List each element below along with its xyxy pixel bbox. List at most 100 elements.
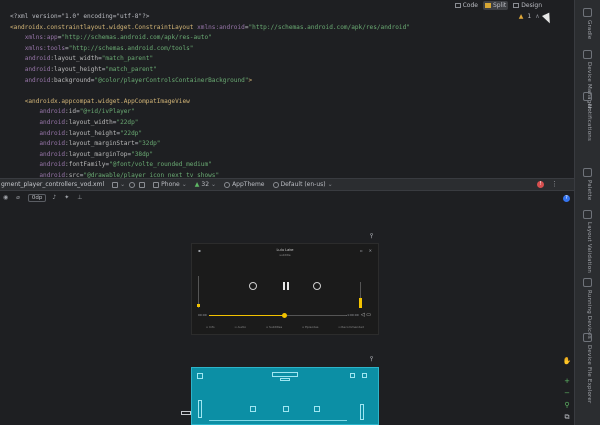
- zoom-fit-icon[interactable]: ⚲: [562, 400, 572, 410]
- pin-icon[interactable]: ⫯: [370, 232, 376, 240]
- locale-label: Default (en-us): [280, 181, 326, 188]
- design-view-button[interactable]: Design: [511, 1, 544, 10]
- time-elapsed: 00:00: [198, 313, 207, 317]
- pan-icon[interactable]: ✋: [562, 356, 572, 366]
- code-token: <androidx.appcompat.widget.AppCompatImag…: [24, 97, 190, 105]
- seek-bar: [209, 313, 347, 318]
- code-line[interactable]: android:layout_width="match_parent": [10, 54, 410, 65]
- code-line[interactable]: <?xml version="1.0" encoding="utf-8"?>: [10, 12, 410, 23]
- chevron-up-icon[interactable]: ∧: [535, 13, 539, 20]
- split-icon: [484, 3, 491, 8]
- info-icon[interactable]: ?: [563, 195, 570, 202]
- tool-window-icon[interactable]: [583, 50, 592, 59]
- code-token: "match_parent": [101, 55, 154, 63]
- tool-window-running-devices[interactable]: Running Devices: [586, 290, 592, 339]
- default-margin-field[interactable]: 0dp: [27, 193, 47, 202]
- mouse-cursor-icon: [542, 12, 554, 26]
- tool-window-gradle[interactable]: Gradle: [586, 20, 592, 40]
- code-line[interactable]: xmlns:tools="http://schemas.android.com/…: [10, 44, 410, 55]
- code-line[interactable]: android:id="@+id/ivPlayer": [10, 107, 410, 118]
- blueprint-view: [250, 406, 256, 412]
- code-line[interactable]: <androidx.appcompat.widget.AppCompatImag…: [10, 97, 410, 108]
- design-preview[interactable]: ▪ Lulu Lake subtitle ▫ ✕ 00:00 -1:00:00 …: [191, 243, 379, 335]
- code-line[interactable]: android:layout_marginStart="32dp": [10, 139, 410, 150]
- device-selector[interactable]: Phone ⌄: [153, 181, 187, 188]
- layout-toolbar: ◉ ⌀ 0dp ♪ ✦ ⊥: [0, 191, 574, 204]
- tool-window-icon[interactable]: [583, 278, 592, 287]
- code-line[interactable]: android:layout_width="22dp": [10, 118, 410, 129]
- code-line[interactable]: android:background="@color/playerControl…: [10, 76, 410, 87]
- tool-window-icon[interactable]: [583, 92, 592, 101]
- clear-constraints-icon[interactable]: ♪: [52, 194, 56, 201]
- code-token: "@color/playerControlsContainerBackgroun…: [94, 76, 249, 84]
- code-line[interactable]: android:layout_height="match_parent": [10, 65, 410, 76]
- code-token: android: [39, 129, 66, 137]
- pin-icon[interactable]: ⫯: [370, 355, 376, 363]
- volume-icon: ◁ ▭: [360, 312, 371, 318]
- tool-window-notifications[interactable]: Notifications: [586, 104, 592, 141]
- infer-constraints-icon[interactable]: ✦: [64, 194, 69, 201]
- blueprint-view: [350, 373, 355, 378]
- code-token: android: [39, 108, 66, 116]
- locale-selector[interactable]: Default (en-us) ⌄: [272, 181, 333, 188]
- code-token: <?xml version="1.0" encoding="utf-8"?>: [10, 13, 150, 20]
- xml-source[interactable]: <?xml version="1.0" encoding="utf-8"?> <a…: [10, 12, 410, 178]
- tool-window-icon[interactable]: [583, 8, 592, 17]
- view-mode-toggle: Code Split Design: [453, 1, 544, 10]
- tool-window-palette[interactable]: Palette: [586, 180, 592, 200]
- code-token: <androidx.constraintlayout.widget.Constr…: [10, 23, 198, 31]
- blueprint-preview[interactable]: [191, 367, 379, 425]
- zoom-out-icon[interactable]: −: [562, 388, 572, 398]
- code-line[interactable]: android:fontFamily="@font/volte_rounded_…: [10, 160, 410, 171]
- code-line[interactable]: android:layout_height="22dp": [10, 129, 410, 140]
- error-badge-icon[interactable]: !: [537, 181, 544, 188]
- theme-selector[interactable]: AppTheme: [224, 181, 265, 188]
- blueprint-view: [360, 404, 364, 420]
- code-line[interactable]: <androidx.constraintlayout.widget.Constr…: [10, 23, 410, 34]
- tool-window-icon[interactable]: [583, 168, 592, 177]
- tool-window-device-file-explorer[interactable]: Device File Explorer: [586, 345, 592, 403]
- selection-handle[interactable]: [181, 411, 191, 415]
- tool-window-icon[interactable]: [583, 210, 592, 219]
- code-token: "match_parent": [105, 65, 157, 73]
- view-options-icon[interactable]: ◉: [3, 194, 8, 201]
- code-token: :layout_marginStart: [65, 140, 135, 148]
- night-mode-button[interactable]: [139, 181, 146, 188]
- orientation-button[interactable]: [129, 181, 136, 188]
- code-editor[interactable]: <?xml version="1.0" encoding="utf-8"?> <a…: [0, 0, 574, 178]
- code-line[interactable]: android:src="@drawable/player_icon_next_…: [10, 171, 410, 178]
- cast-icon: ▫: [359, 248, 363, 253]
- code-token: android: [39, 150, 66, 158]
- theme-icon: [224, 181, 231, 188]
- design-surface-button[interactable]: ⌄: [112, 181, 125, 188]
- layout-file-selector[interactable]: gment_player_controllers_vod.xml: [0, 181, 104, 188]
- api-level-selector[interactable]: ▲ 32 ⌄: [195, 181, 216, 188]
- preview-bottom-item: ▫ Subtitles: [266, 325, 283, 329]
- code-token: "38dp": [131, 150, 154, 158]
- tool-window-device-manager[interactable]: Device Manager: [586, 62, 592, 109]
- night-mode-icon: [139, 181, 146, 188]
- code-line[interactable]: [10, 86, 410, 97]
- tool-window-icon[interactable]: [583, 333, 592, 342]
- more-options-icon[interactable]: ⋮: [551, 180, 558, 188]
- code-token: android: [39, 140, 66, 148]
- zoom-actual-icon[interactable]: ⧉: [562, 412, 572, 422]
- layers-icon: [112, 181, 119, 188]
- autoconnect-icon[interactable]: ⌀: [16, 194, 20, 201]
- rewind-icon: [249, 282, 257, 290]
- code-line[interactable]: xmlns:app="http://schemas.android.com/ap…: [10, 33, 410, 44]
- code-token: android: [24, 76, 51, 84]
- forward-icon: [313, 282, 321, 290]
- brightness-level: [197, 304, 200, 307]
- split-view-button[interactable]: Split: [482, 1, 509, 10]
- code-token: "22dp": [120, 129, 143, 137]
- code-view-button[interactable]: Code: [453, 1, 480, 10]
- guidelines-icon[interactable]: ⊥: [77, 194, 82, 201]
- tool-window-layout-validation[interactable]: Layout Validation: [586, 222, 592, 273]
- code-line[interactable]: android:layout_marginTop="38dp": [10, 150, 410, 161]
- zoom-in-icon[interactable]: +: [562, 376, 572, 386]
- chevron-down-icon: ⌄: [181, 181, 187, 188]
